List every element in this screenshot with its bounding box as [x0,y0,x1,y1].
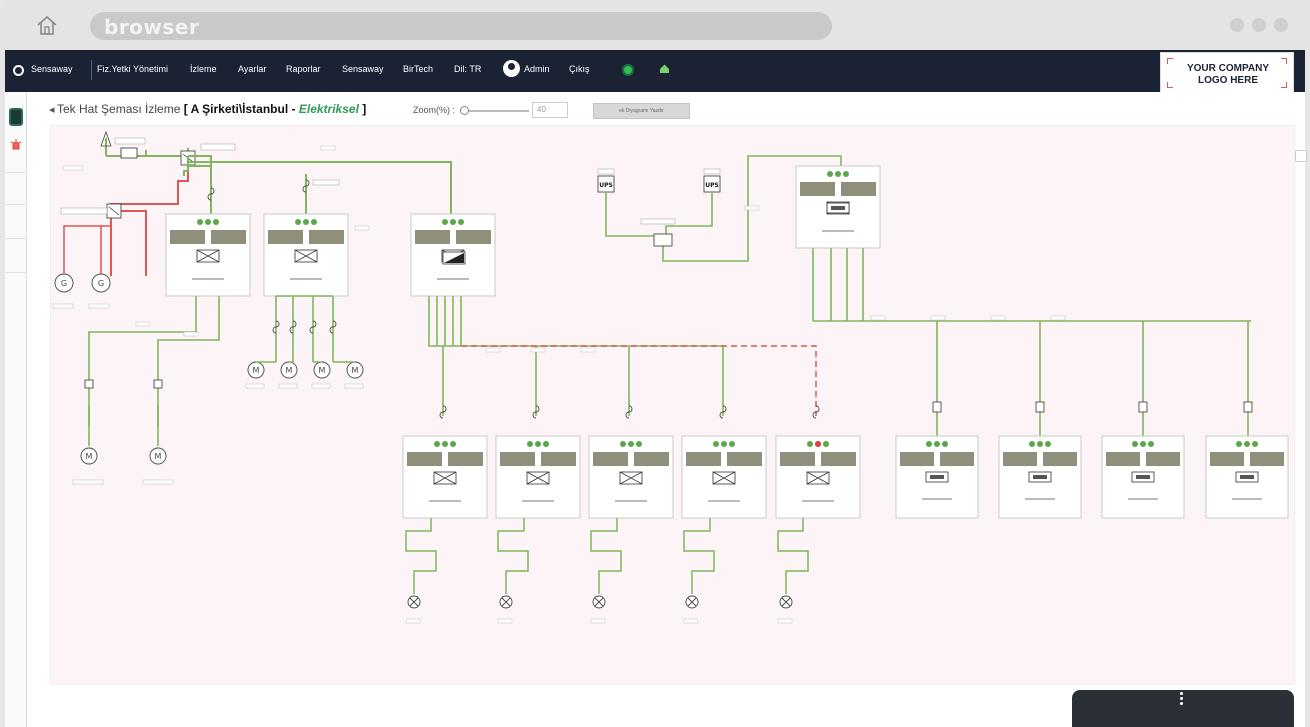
svg-text:UPS: UPS [599,182,613,189]
user-avatar-icon[interactable] [503,60,520,77]
svg-text:UPS: UPS [705,182,719,189]
company-logo: YOUR COMPANY LOGO HERE [1160,52,1294,94]
address-bar[interactable]: browser [90,12,832,40]
home-nav-icon[interactable] [659,63,670,74]
window-controls [1230,18,1288,32]
connection-status-icon [622,64,634,76]
title-bracket: ] [362,102,367,116]
nav-item-language[interactable]: Dil: TR [454,64,481,74]
zoom-slider-track[interactable] [463,110,529,112]
motor-group [245,295,364,389]
nav-item-raporlar[interactable]: Raporlar [286,64,321,74]
logo-line-2: LOGO HERE [1197,75,1258,86]
nav-item-ayarlar[interactable]: Ayarlar [238,64,266,74]
panel-1 [165,213,251,297]
zoom-input[interactable]: 40 [532,102,568,118]
alarm-icon[interactable] [10,138,22,150]
logo-line-1: YOUR COMPANY [1186,63,1270,74]
nav-item-birtech[interactable]: BirTech [403,64,433,74]
single-line-diagram: M [50,125,1295,685]
window-dot[interactable] [1230,18,1244,32]
main-content: ◂ Tek Hat Şeması İzleme [ A Şirketi\İsta… [5,92,1307,727]
page-title: Tek Hat Şeması İzleme [ A Şirketi\İstanb… [57,102,366,116]
title-location: [ A Şirketi\İstanbul - [183,102,296,116]
nav-divider [91,60,92,80]
zoom-slider-handle[interactable] [460,106,469,115]
back-arrow-icon[interactable]: ◂ [49,103,55,116]
window-dot[interactable] [1252,18,1266,32]
window-dot[interactable] [1274,18,1288,32]
title-prefix: Tek Hat Şeması İzleme [57,102,181,116]
kebab-menu-icon[interactable] [1180,692,1184,707]
nav-item-yetki[interactable]: Fiz.Yetki Yönetimi [97,64,168,74]
bottom-drawer[interactable] [1072,690,1294,727]
browser-title: browser [104,15,200,39]
panel-2 [263,213,349,297]
nav-brand[interactable]: Sensaway [31,64,73,74]
svg-text:G: G [61,279,67,288]
svg-text:G: G [98,279,104,288]
side-checkbox[interactable] [1295,150,1307,162]
nav-item-sensaway[interactable]: Sensaway [342,64,384,74]
nav-user-name[interactable]: Admin [524,64,550,74]
browser-chrome: browser [0,0,1310,50]
battery-icon[interactable] [9,108,23,126]
home-icon[interactable] [34,12,60,38]
diagram-svg: M [52,130,1289,624]
ups-section: UPS UPS [597,155,881,262]
brand-ring-icon [13,65,24,76]
left-sidebar [5,92,27,727]
print-diagram-button[interactable]: ek Diyagramı Yazdır [593,103,690,119]
title-category: Elektriksel [298,102,359,116]
lamp-circuits [405,518,809,624]
top-navbar: Sensaway Fiz.Yetki Yönetimi İzleme Ayarl… [5,50,1305,94]
zoom-label: Zoom(%) : [413,105,456,115]
nav-logout[interactable]: Çıkış [569,64,590,74]
nav-item-izleme[interactable]: İzleme [190,64,217,74]
